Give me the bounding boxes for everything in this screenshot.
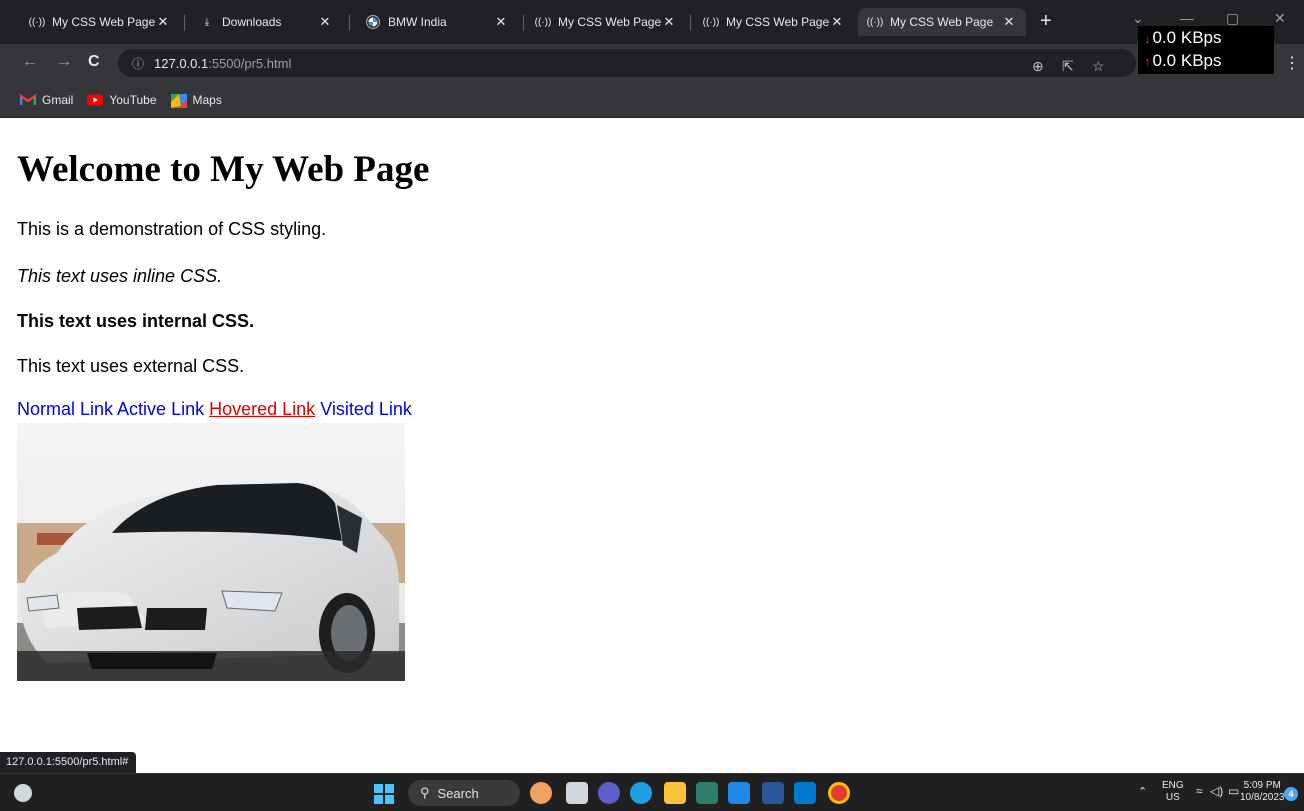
intro-paragraph: This is a demonstration of CSS styling. bbox=[17, 219, 327, 239]
back-icon[interactable]: ← bbox=[22, 53, 38, 71]
web-page-content: Welcome to My Web Page This is a demonst… bbox=[0, 118, 1304, 773]
gmail-icon bbox=[19, 93, 37, 106]
tab-my-css-web-page-2[interactable]: ((·)) My CSS Web Page ✕ bbox=[526, 10, 686, 34]
tab-label: My CSS Web Page bbox=[726, 15, 830, 29]
tray-overflow-chevron-icon[interactable]: ⌃ bbox=[1138, 786, 1147, 798]
page-heading: Welcome to My Web Page bbox=[17, 149, 430, 190]
close-icon[interactable]: ✕ bbox=[1002, 14, 1016, 30]
network-speed-meter: ↓ 0.0 KBps ↑ 0.0 KBps bbox=[1138, 26, 1274, 74]
clock-date: 10/8/2023 bbox=[1240, 792, 1285, 803]
link-row: Normal Link Active Link Hovered Link Vis… bbox=[17, 399, 412, 420]
radio-wave-icon: ((·)) bbox=[866, 16, 884, 28]
vscode-app-icon[interactable] bbox=[794, 782, 816, 804]
normal-link[interactable]: Normal Link bbox=[17, 399, 113, 419]
address-bar[interactable]: ⓘ 127.0.0.1:5500/pr5.html ⊕ ⇱ ☆ bbox=[118, 49, 1136, 77]
chrome-app-icon[interactable] bbox=[828, 782, 850, 804]
browser-toolbar: ← → C ⓘ 127.0.0.1:5500/pr5.html ⊕ ⇱ ☆ ⋮ bbox=[0, 44, 1304, 82]
up-arrow-icon: ↑ bbox=[1144, 54, 1151, 69]
word-app-icon[interactable] bbox=[762, 782, 784, 804]
tab-separator bbox=[523, 15, 524, 31]
bookmark-gmail[interactable]: Gmail bbox=[19, 92, 74, 107]
download-icon: ⤓ bbox=[204, 16, 210, 28]
share-icon[interactable]: ⇱ bbox=[1062, 58, 1074, 75]
car-image bbox=[17, 423, 405, 681]
zoom-icon[interactable]: ⊕ bbox=[1032, 58, 1044, 75]
tab-separator bbox=[690, 15, 691, 31]
volume-icon[interactable]: ◁) bbox=[1210, 785, 1223, 797]
hovered-link[interactable]: Hovered Link bbox=[209, 399, 315, 419]
task-view-icon[interactable] bbox=[566, 782, 588, 804]
copilot-app-icon[interactable] bbox=[530, 782, 552, 804]
search-label: Search bbox=[437, 785, 479, 801]
close-icon[interactable]: ✕ bbox=[318, 14, 332, 30]
close-window-icon[interactable]: ✕ bbox=[1274, 10, 1286, 27]
youtube-icon bbox=[87, 94, 104, 106]
battery-icon[interactable]: ▭ bbox=[1228, 785, 1239, 797]
active-link[interactable]: Active Link bbox=[117, 399, 204, 419]
bookmark-label: Gmail bbox=[42, 92, 74, 107]
edge-browser-icon[interactable] bbox=[630, 782, 652, 804]
wifi-icon[interactable]: ≈ bbox=[1196, 785, 1203, 797]
bookmark-youtube[interactable]: YouTube bbox=[87, 92, 157, 107]
inline-css-paragraph: This text uses inline CSS. bbox=[17, 266, 223, 286]
bookmarks-bar: Gmail YouTube Maps bbox=[0, 82, 1304, 118]
close-icon[interactable]: ✕ bbox=[494, 14, 508, 30]
l-app-icon[interactable] bbox=[728, 782, 750, 804]
forward-icon[interactable]: → bbox=[56, 53, 72, 71]
upload-speed: ↑ 0.0 KBps bbox=[1144, 51, 1222, 70]
language-indicator[interactable]: ENG US bbox=[1162, 780, 1184, 804]
status-url-bar: 127.0.0.1:5500/pr5.html# bbox=[0, 752, 137, 773]
radio-wave-icon: ((·)) bbox=[534, 16, 552, 28]
menu-kebab-icon[interactable]: ⋮ bbox=[1284, 53, 1300, 73]
tab-label: My CSS Web Page bbox=[890, 15, 994, 29]
tab-search-chevron-icon[interactable]: ⌄ bbox=[1132, 10, 1144, 27]
tab-my-css-web-page-1[interactable]: ((·)) My CSS Web Page ✕ bbox=[20, 10, 180, 34]
windows-taskbar: ⚲ Search ⌃ ENG US ≈ ◁) ▭ 5:09 PM 10/8/20… bbox=[0, 773, 1304, 811]
bookmark-star-icon[interactable]: ☆ bbox=[1092, 58, 1105, 75]
calculator-app-icon[interactable] bbox=[696, 782, 718, 804]
tab-downloads[interactable]: ⤓ Downloads ✕ bbox=[190, 10, 342, 34]
maps-icon bbox=[170, 93, 187, 108]
down-arrow-icon: ↓ bbox=[1144, 31, 1151, 46]
internal-css-paragraph: This text uses internal CSS. bbox=[17, 311, 255, 331]
url-host: 127.0.0.1 bbox=[154, 55, 209, 71]
file-explorer-icon[interactable] bbox=[664, 782, 686, 804]
new-tab-button[interactable]: + bbox=[1040, 10, 1052, 32]
close-icon[interactable]: ✕ bbox=[662, 14, 676, 30]
visited-link[interactable]: Visited Link bbox=[320, 399, 412, 419]
restore-icon[interactable]: ▢ bbox=[1226, 10, 1239, 27]
reload-icon[interactable]: C bbox=[88, 53, 100, 71]
windows-start-icon[interactable] bbox=[374, 784, 394, 804]
tab-my-css-web-page-3[interactable]: ((·)) My CSS Web Page ✕ bbox=[694, 10, 854, 34]
external-css-paragraph: This text uses external CSS. bbox=[17, 356, 245, 376]
tab-label: Downloads bbox=[222, 15, 282, 29]
bmw-logo-icon bbox=[366, 15, 380, 29]
tab-separator bbox=[349, 15, 350, 31]
weather-widget-icon[interactable] bbox=[14, 784, 32, 802]
clock[interactable]: 5:09 PM 10/8/2023 bbox=[1240, 780, 1285, 804]
tab-label: BMW India bbox=[388, 15, 447, 29]
tab-label: My CSS Web Page bbox=[52, 15, 156, 29]
teams-chat-icon[interactable] bbox=[598, 782, 620, 804]
tab-bmw-india[interactable]: BMW India ✕ bbox=[356, 10, 518, 34]
tab-my-css-web-page-active[interactable]: ((·)) My CSS Web Page ✕ bbox=[858, 8, 1026, 36]
radio-wave-icon: ((·)) bbox=[28, 16, 46, 28]
tab-strip: ((·)) My CSS Web Page ✕ ⤓ Downloads ✕ BM… bbox=[0, 0, 1304, 44]
taskbar-search[interactable]: ⚲ Search bbox=[408, 780, 520, 806]
info-icon[interactable]: ⓘ bbox=[132, 55, 144, 72]
minimize-icon[interactable]: — bbox=[1180, 10, 1194, 26]
close-icon[interactable]: ✕ bbox=[830, 14, 844, 30]
radio-wave-icon: ((·)) bbox=[702, 16, 720, 28]
clock-time: 5:09 PM bbox=[1243, 780, 1281, 791]
close-icon[interactable]: ✕ bbox=[156, 14, 170, 30]
bookmark-maps[interactable]: Maps bbox=[170, 92, 222, 108]
tab-separator bbox=[184, 15, 185, 31]
notification-badge[interactable]: 4 bbox=[1284, 787, 1298, 801]
search-icon: ⚲ bbox=[420, 785, 430, 800]
bookmark-label: Maps bbox=[192, 92, 222, 107]
download-speed: ↓ 0.0 KBps bbox=[1144, 28, 1222, 47]
tab-label: My CSS Web Page bbox=[558, 15, 662, 29]
url-path: :5500/pr5.html bbox=[208, 55, 292, 71]
bookmark-label: YouTube bbox=[109, 92, 157, 107]
